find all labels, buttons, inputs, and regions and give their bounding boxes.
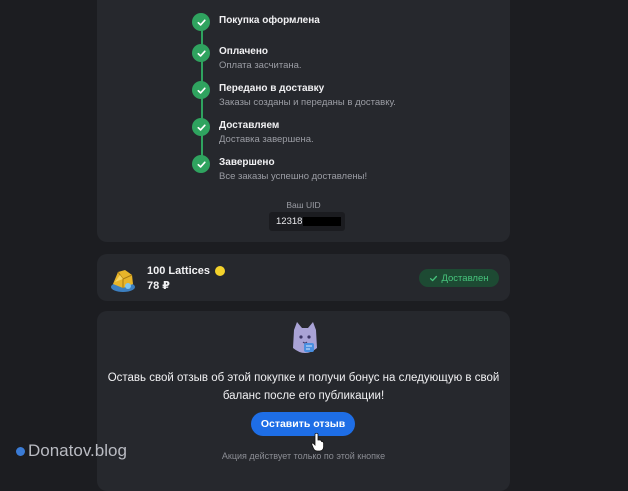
step-description: Заказы созданы и переданы в доставку. xyxy=(219,97,396,108)
timeline-step-paid: Оплачено Оплата засчитана. xyxy=(192,44,492,78)
step-title: Доставляем xyxy=(219,120,280,131)
lattice-crystal-icon xyxy=(108,266,138,294)
step-description: Доставка завершена. xyxy=(219,134,314,145)
product-name-text: 100 Lattices xyxy=(147,265,210,277)
watermark-text: Donatov.blog xyxy=(28,441,127,460)
timeline-step-purchase: Покупка оформлена xyxy=(192,13,492,47)
check-icon xyxy=(192,118,210,136)
product-name: 100 Lattices xyxy=(147,265,225,277)
cat-mascot-icon xyxy=(289,320,321,358)
timeline-step-completed: Завершено Все заказы успешно доставлены! xyxy=(192,155,492,189)
timeline-step-handed-to-delivery: Передано в доставку Заказы созданы и пер… xyxy=(192,81,492,115)
check-icon xyxy=(430,275,438,281)
hand-cursor-icon xyxy=(311,432,325,452)
review-prompt-text: Оставь свой отзыв об этой покупке и полу… xyxy=(107,372,500,402)
check-icon xyxy=(192,44,210,62)
promo-note: Акция действует только по этой кнопке xyxy=(221,451,386,461)
uid-label: Ваш UID xyxy=(286,200,321,210)
step-title: Покупка оформлена xyxy=(219,15,320,26)
leave-review-button[interactable]: Оставить отзыв xyxy=(251,412,355,436)
timeline-step-delivering: Доставляем Доставка завершена. xyxy=(192,118,492,152)
product-price: 78 ₽ xyxy=(147,280,170,292)
step-title: Оплачено xyxy=(219,46,268,57)
redaction-bar xyxy=(303,217,342,226)
delivered-status-badge: Доставлен xyxy=(419,269,499,287)
badge-label: Доставлен xyxy=(441,272,489,284)
step-description: Оплата засчитана. xyxy=(219,60,302,71)
globe-icon xyxy=(16,446,25,456)
step-description: Все заказы успешно доставлены! xyxy=(219,171,368,182)
uid-value: 12318 xyxy=(276,216,303,227)
check-icon xyxy=(192,81,210,99)
coin-icon xyxy=(214,266,225,276)
watermark: Donatov.blog xyxy=(16,441,127,461)
step-title: Передано в доставку xyxy=(219,83,325,94)
check-icon xyxy=(192,13,210,31)
uid-field[interactable]: 12318 xyxy=(269,212,345,231)
check-icon xyxy=(192,155,210,173)
step-title: Завершено xyxy=(219,157,275,168)
